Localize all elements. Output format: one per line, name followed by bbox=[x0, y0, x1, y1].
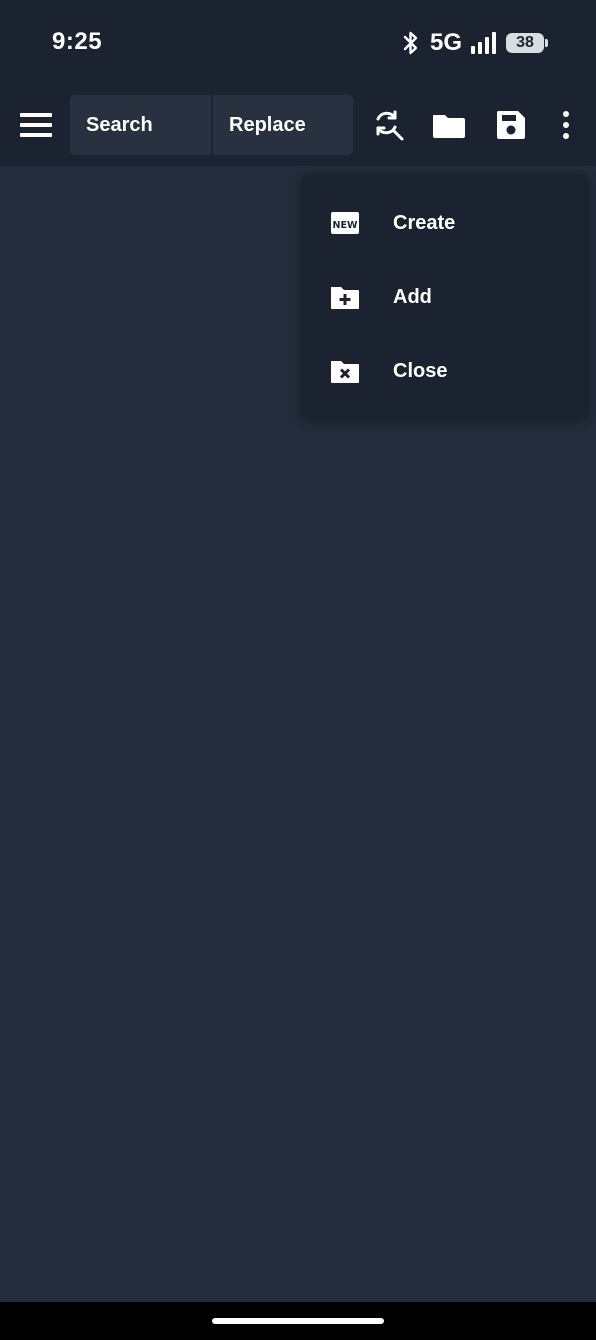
replace-field[interactable] bbox=[213, 95, 353, 155]
new-badge-icon: NEW bbox=[330, 208, 360, 238]
svg-text:NEW: NEW bbox=[333, 220, 358, 231]
home-indicator[interactable] bbox=[212, 1318, 384, 1324]
folder-close-icon bbox=[330, 356, 360, 386]
folder-icon[interactable] bbox=[432, 108, 466, 142]
menu-item-label: Create bbox=[393, 211, 456, 234]
menu-item-close[interactable]: Close bbox=[302, 334, 588, 408]
status-bar: 9:25 5G 38 bbox=[0, 0, 596, 84]
save-icon[interactable] bbox=[494, 108, 528, 142]
hamburger-menu-icon[interactable] bbox=[16, 108, 56, 142]
overflow-menu: NEW Create Add Close bbox=[302, 174, 588, 418]
search-input[interactable] bbox=[86, 113, 211, 137]
search-field[interactable] bbox=[70, 95, 211, 155]
network-type: 5G bbox=[429, 29, 462, 56]
signal-icon bbox=[470, 32, 498, 54]
navigation-bar bbox=[0, 1302, 596, 1340]
menu-item-label: Close bbox=[393, 359, 448, 382]
more-vert-icon[interactable] bbox=[549, 108, 583, 142]
menu-item-add[interactable]: Add bbox=[302, 260, 588, 334]
app-screen: 9:25 5G 38 Search Replace NEW Create Add… bbox=[0, 0, 596, 1340]
menu-item-label: Add bbox=[393, 285, 432, 308]
bluetooth-icon bbox=[402, 30, 420, 56]
replace-input[interactable] bbox=[229, 113, 353, 137]
status-time: 9:25 bbox=[52, 28, 103, 55]
search-replace-icon[interactable] bbox=[371, 108, 405, 142]
status-indicators: 5G 38 bbox=[402, 28, 548, 58]
battery-icon: 38 bbox=[506, 33, 548, 53]
battery-level: 38 bbox=[516, 34, 534, 51]
toolbar bbox=[0, 84, 596, 166]
folder-add-icon bbox=[330, 282, 360, 312]
menu-item-create[interactable]: NEW Create bbox=[302, 186, 588, 260]
